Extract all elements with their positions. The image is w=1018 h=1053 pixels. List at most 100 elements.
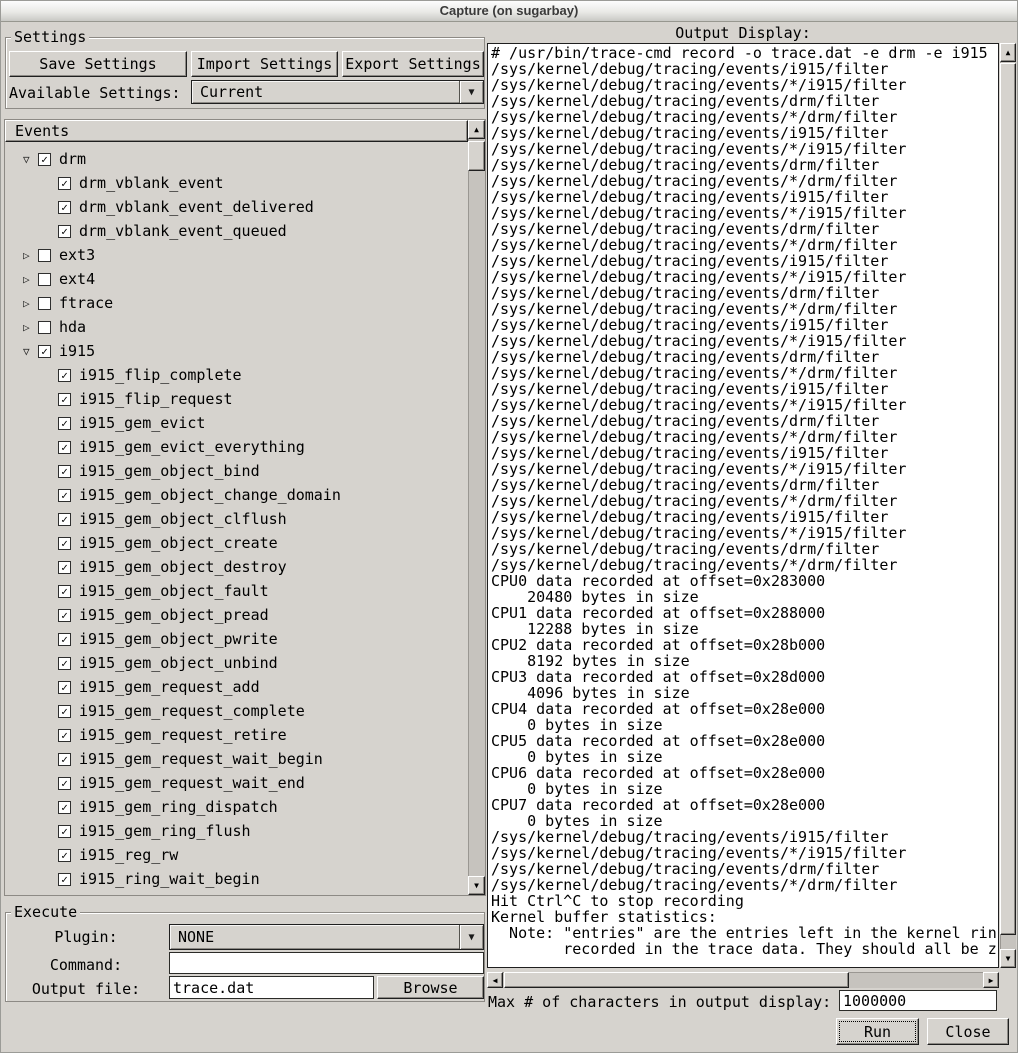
event-checkbox[interactable]: ✓: [58, 585, 71, 598]
output-text[interactable]: # /usr/bin/trace-cmd record -o trace.dat…: [491, 45, 998, 957]
event-checkbox[interactable]: ✓: [58, 369, 71, 382]
output-file-input[interactable]: [169, 976, 374, 999]
tree-row[interactable]: ✓i915_flip_complete: [5, 363, 468, 387]
event-checkbox[interactable]: ✓: [58, 825, 71, 838]
tree-row[interactable]: ✓drm_vblank_event: [5, 171, 468, 195]
event-checkbox[interactable]: [38, 297, 51, 310]
max-chars-input[interactable]: [839, 990, 997, 1011]
tree-row[interactable]: ✓drm_vblank_event_delivered: [5, 195, 468, 219]
tree-row[interactable]: ▷ext4: [5, 267, 468, 291]
event-checkbox[interactable]: ✓: [58, 633, 71, 646]
tree-row[interactable]: ✓i915_gem_object_change_domain: [5, 483, 468, 507]
output-vscrollbar-thumb[interactable]: [1000, 63, 1016, 935]
expander-open-icon[interactable]: ▽: [23, 345, 38, 358]
tree-row[interactable]: ✓i915_gem_ring_flush: [5, 819, 468, 843]
tree-row[interactable]: ✓i915_gem_request_add: [5, 675, 468, 699]
tree-row[interactable]: ✓i915_gem_request_complete: [5, 699, 468, 723]
tree-row[interactable]: ▷ext3: [5, 243, 468, 267]
output-display-box[interactable]: # /usr/bin/trace-cmd record -o trace.dat…: [487, 43, 999, 968]
execute-frame: Execute Plugin: NONE ▼ Command: Output f…: [5, 912, 485, 1002]
expander-closed-icon[interactable]: ▷: [23, 273, 38, 286]
max-chars-label: Max # of characters in output display:: [488, 993, 831, 1011]
tree-row[interactable]: ✓i915_gem_object_pwrite: [5, 627, 468, 651]
events-tree[interactable]: ▽✓drm✓drm_vblank_event✓drm_vblank_event_…: [5, 142, 468, 895]
event-checkbox[interactable]: ✓: [38, 153, 51, 166]
tree-row[interactable]: ✓i915_gem_evict_everything: [5, 435, 468, 459]
expander-open-icon[interactable]: ▽: [23, 153, 38, 166]
event-checkbox[interactable]: [38, 273, 51, 286]
chevron-down-icon[interactable]: ▼: [459, 81, 483, 103]
tree-row[interactable]: ▷ftrace: [5, 291, 468, 315]
scroll-left-icon[interactable]: ◀: [487, 972, 503, 988]
titlebar[interactable]: Capture (on sugarbay): [1, 1, 1017, 22]
event-checkbox[interactable]: ✓: [58, 657, 71, 670]
output-vscrollbar[interactable]: ▲ ▼: [1000, 43, 1016, 968]
browse-button[interactable]: Browse: [377, 976, 484, 999]
tree-row[interactable]: ▷hda: [5, 315, 468, 339]
event-checkbox[interactable]: ✓: [38, 345, 51, 358]
tree-row[interactable]: ▽✓i915: [5, 339, 468, 363]
event-checkbox[interactable]: ✓: [58, 753, 71, 766]
event-checkbox[interactable]: ✓: [58, 681, 71, 694]
output-hscrollbar[interactable]: ◀ ▶: [487, 972, 999, 988]
event-checkbox[interactable]: ✓: [58, 609, 71, 622]
event-checkbox[interactable]: ✓: [58, 393, 71, 406]
event-checkbox[interactable]: ✓: [58, 777, 71, 790]
plugin-combo[interactable]: NONE ▼: [169, 924, 484, 950]
tree-row[interactable]: ✓i915_gem_request_retire: [5, 723, 468, 747]
tree-row[interactable]: ✓i915_gem_request_wait_end: [5, 771, 468, 795]
close-button[interactable]: Close: [927, 1018, 1009, 1045]
run-button[interactable]: Run: [836, 1018, 919, 1045]
tree-row[interactable]: ✓i915_gem_object_bind: [5, 459, 468, 483]
tree-row[interactable]: ✓i915_gem_object_clflush: [5, 507, 468, 531]
event-checkbox[interactable]: ✓: [58, 513, 71, 526]
tree-row[interactable]: ✓i915_gem_object_destroy: [5, 555, 468, 579]
scroll-down-icon[interactable]: ▼: [468, 876, 485, 895]
scroll-right-icon[interactable]: ▶: [983, 972, 999, 988]
scroll-up-icon[interactable]: ▲: [468, 120, 485, 139]
tree-row[interactable]: ✓i915_gem_request_wait_begin: [5, 747, 468, 771]
command-input[interactable]: [169, 952, 484, 974]
tree-row[interactable]: ✓drm_vblank_event_queued: [5, 219, 468, 243]
event-checkbox[interactable]: ✓: [58, 465, 71, 478]
tree-row[interactable]: ✓i915_gem_ring_dispatch: [5, 795, 468, 819]
event-checkbox[interactable]: [38, 321, 51, 334]
expander-closed-icon[interactable]: ▷: [23, 249, 38, 262]
event-checkbox[interactable]: ✓: [58, 201, 71, 214]
tree-row[interactable]: ✓i915_gem_evict: [5, 411, 468, 435]
events-scrollbar-thumb[interactable]: [468, 141, 485, 171]
chevron-down-icon[interactable]: ▼: [459, 925, 483, 949]
event-checkbox[interactable]: [38, 249, 51, 262]
tree-row[interactable]: ✓i915_gem_object_pread: [5, 603, 468, 627]
event-checkbox[interactable]: ✓: [58, 729, 71, 742]
tree-row[interactable]: ✓i915_reg_rw: [5, 843, 468, 867]
expander-closed-icon[interactable]: ▷: [23, 321, 38, 334]
scroll-down-icon[interactable]: ▼: [1000, 949, 1016, 968]
event-checkbox[interactable]: ✓: [58, 849, 71, 862]
available-settings-combo[interactable]: Current ▼: [191, 80, 484, 104]
event-checkbox[interactable]: ✓: [58, 705, 71, 718]
tree-row[interactable]: ✓i915_gem_object_create: [5, 531, 468, 555]
tree-row[interactable]: ✓i915_ring_wait_begin: [5, 867, 468, 891]
events-column-header[interactable]: Events: [5, 120, 468, 142]
expander-closed-icon[interactable]: ▷: [23, 297, 38, 310]
export-settings-button[interactable]: Export Settings: [342, 51, 484, 77]
tree-row[interactable]: ✓i915_gem_object_fault: [5, 579, 468, 603]
save-settings-button[interactable]: Save Settings: [9, 51, 187, 77]
event-checkbox[interactable]: ✓: [58, 801, 71, 814]
event-checkbox[interactable]: ✓: [58, 417, 71, 430]
event-checkbox[interactable]: ✓: [58, 873, 71, 886]
event-checkbox[interactable]: ✓: [58, 441, 71, 454]
tree-row[interactable]: ✓i915_flip_request: [5, 387, 468, 411]
event-checkbox[interactable]: ✓: [58, 537, 71, 550]
event-checkbox[interactable]: ✓: [58, 489, 71, 502]
event-checkbox[interactable]: ✓: [58, 561, 71, 574]
tree-row[interactable]: ✓i915_gem_object_unbind: [5, 651, 468, 675]
tree-row[interactable]: ▽✓drm: [5, 147, 468, 171]
scroll-up-icon[interactable]: ▲: [1000, 43, 1016, 62]
event-checkbox[interactable]: ✓: [58, 225, 71, 238]
output-hscrollbar-thumb[interactable]: [504, 972, 849, 988]
import-settings-button[interactable]: Import Settings: [191, 51, 338, 77]
events-scrollbar[interactable]: ▲ ▼: [468, 120, 485, 895]
event-checkbox[interactable]: ✓: [58, 177, 71, 190]
